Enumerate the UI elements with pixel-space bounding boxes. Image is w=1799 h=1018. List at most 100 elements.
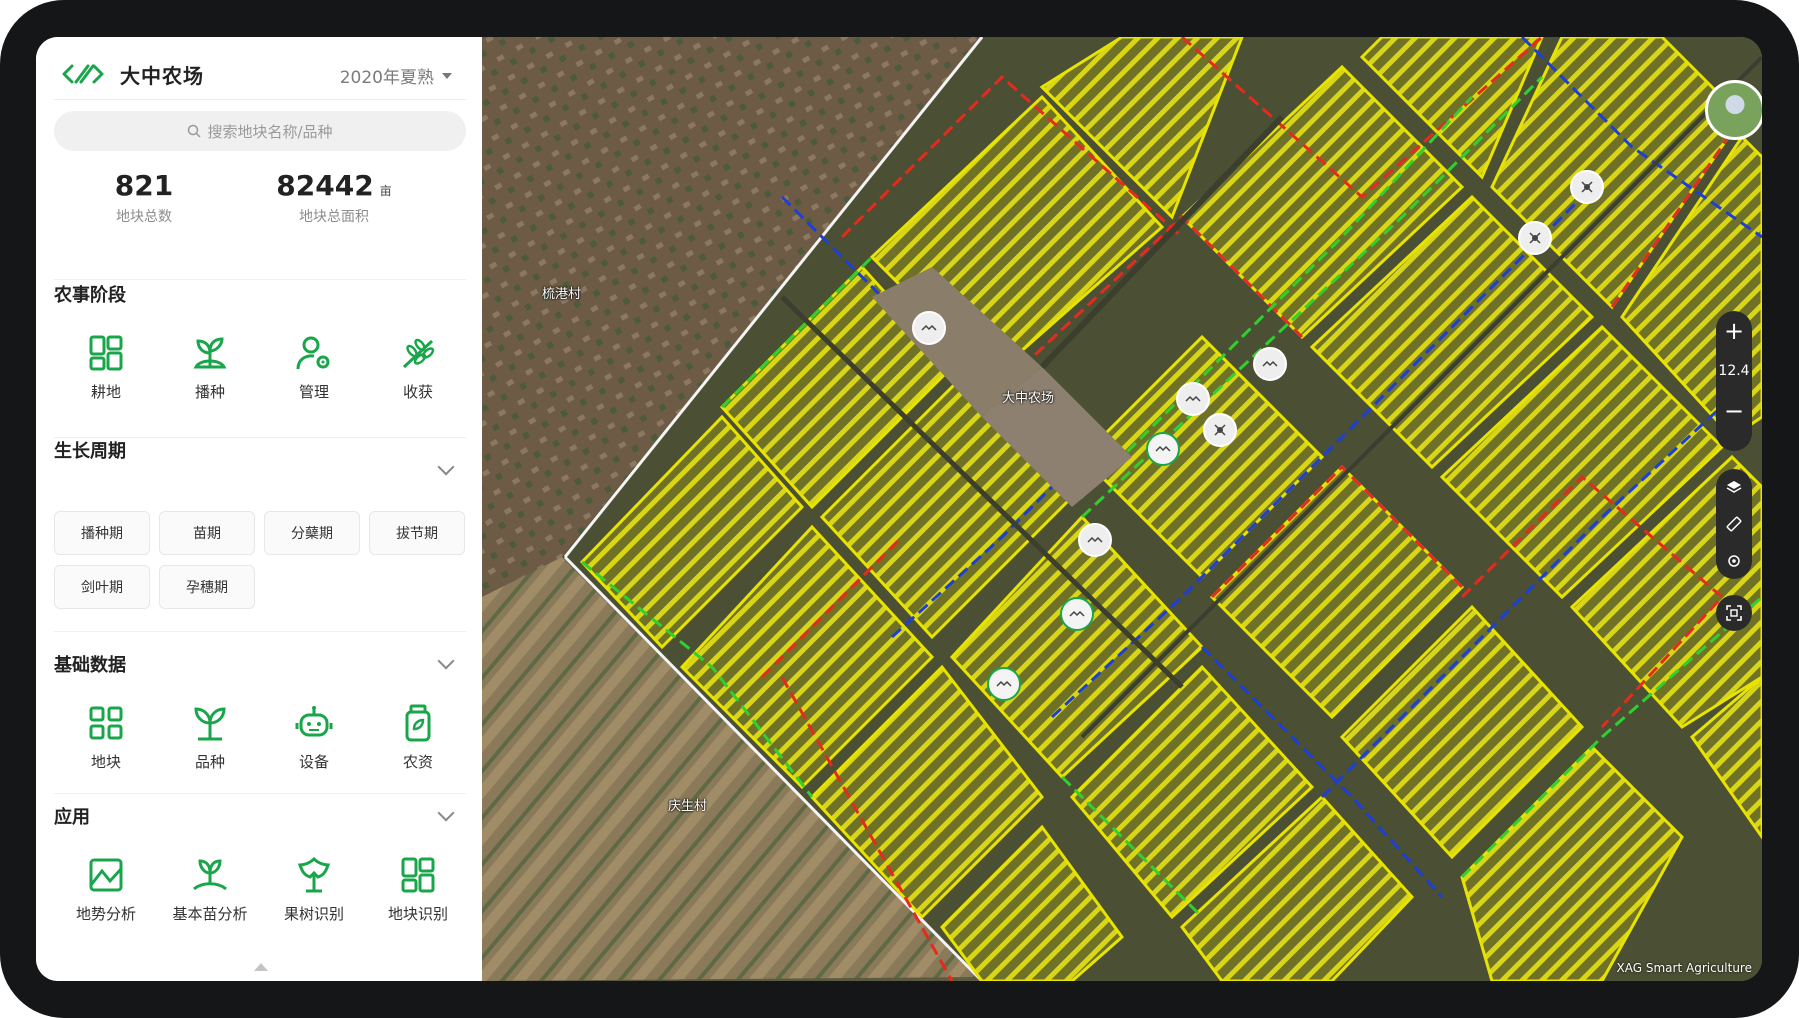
season-selector[interactable]: 2020年夏熟 bbox=[340, 63, 452, 88]
app-item-seedling-analysis[interactable]: 基本苗分析 bbox=[158, 855, 262, 935]
growth-chip[interactable]: 孕穗期 bbox=[159, 565, 255, 609]
applications-row: 地势分析 基本苗分析 果树识别 地块识别 bbox=[54, 855, 472, 935]
farm-logo-icon bbox=[62, 64, 104, 84]
stage-label: 播种 bbox=[194, 383, 225, 401]
app-title: 大中农场 bbox=[120, 63, 204, 88]
layers-icon bbox=[1726, 481, 1742, 494]
applications-title: 应用 bbox=[54, 807, 90, 828]
basic-item-supplies[interactable]: 农资 bbox=[366, 703, 470, 783]
drone-icon bbox=[1155, 445, 1171, 452]
sidebar: 大中农场 2020年夏熟 搜索地块名称/品种 821 地块总数 82442 亩 地… bbox=[36, 37, 482, 981]
plots-grid-icon bbox=[89, 706, 123, 740]
quadcopter-icon bbox=[1529, 232, 1541, 244]
app-label: 地势分析 bbox=[75, 905, 136, 923]
ruler-icon bbox=[1726, 516, 1742, 532]
robot-icon bbox=[295, 706, 333, 737]
zoom-in-button[interactable]: + bbox=[1716, 311, 1752, 351]
basic-data-row: 地块 品种 设备 农资 bbox=[54, 703, 472, 783]
plot-count-value: 821 bbox=[114, 169, 174, 202]
season-label: 2020年夏熟 bbox=[339, 68, 434, 88]
locate-button[interactable] bbox=[1716, 544, 1752, 578]
satellite-map bbox=[482, 37, 1762, 981]
growth-chip[interactable]: 苗期 bbox=[159, 511, 255, 555]
app-item-terrain[interactable]: 地势分析 bbox=[54, 855, 158, 935]
stage-label: 管理 bbox=[298, 383, 329, 401]
fit-bounds-button[interactable] bbox=[1716, 595, 1752, 631]
area-value: 82442 bbox=[276, 169, 374, 202]
app-item-plot-recognition[interactable]: 地块识别 bbox=[366, 855, 470, 935]
basic-label: 品种 bbox=[194, 753, 225, 771]
stage-item-management[interactable]: 管理 bbox=[262, 333, 366, 413]
field-grid-icon bbox=[89, 335, 123, 371]
device-marker[interactable] bbox=[1060, 597, 1094, 631]
area-label: 地块总面积 bbox=[299, 209, 369, 225]
chevron-down-icon[interactable] bbox=[437, 458, 455, 476]
wheat-harvest-icon bbox=[402, 338, 435, 369]
basic-label: 农资 bbox=[402, 753, 433, 771]
plot-count-label: 地块总数 bbox=[116, 209, 172, 225]
area-unit: 亩 bbox=[379, 184, 392, 198]
device-marker[interactable] bbox=[1518, 221, 1552, 255]
divider bbox=[54, 793, 466, 794]
drone-icon bbox=[1262, 360, 1278, 367]
device-marker[interactable] bbox=[1253, 347, 1287, 381]
device-marker[interactable] bbox=[987, 667, 1021, 701]
seedling-analysis-icon bbox=[193, 859, 227, 891]
app-label: 地块识别 bbox=[387, 905, 448, 923]
basic-label: 设备 bbox=[298, 753, 329, 771]
zoom-out-button[interactable]: − bbox=[1716, 391, 1752, 431]
tree-icon bbox=[297, 856, 331, 893]
map-copyright: XAG Smart Agriculture bbox=[1616, 961, 1752, 975]
growth-chip[interactable]: 播种期 bbox=[54, 511, 150, 555]
measure-button[interactable] bbox=[1716, 507, 1752, 541]
farming-stage-title: 农事阶段 bbox=[54, 285, 126, 306]
device-marker[interactable] bbox=[1203, 413, 1237, 447]
growth-chip[interactable]: 分蘖期 bbox=[264, 511, 360, 555]
basic-item-varieties[interactable]: 品种 bbox=[158, 703, 262, 783]
chevron-down-icon[interactable] bbox=[437, 652, 455, 670]
quadcopter-icon bbox=[1581, 181, 1593, 193]
stage-item-harvest[interactable]: 收获 bbox=[366, 333, 470, 413]
caret-down-icon bbox=[442, 72, 452, 79]
growth-chip[interactable]: 拔节期 bbox=[369, 511, 465, 555]
device-marker[interactable] bbox=[1078, 523, 1112, 557]
device-marker[interactable] bbox=[1176, 382, 1210, 416]
stage-label: 收获 bbox=[402, 383, 433, 401]
brand-header: 大中农场 2020年夏熟 bbox=[54, 49, 466, 100]
device-marker[interactable] bbox=[1570, 170, 1604, 204]
drone-icon bbox=[921, 324, 937, 331]
search-input[interactable]: 搜索地块名称/品种 bbox=[54, 111, 466, 151]
app-label: 基本苗分析 bbox=[172, 905, 248, 923]
basic-label: 地块 bbox=[90, 753, 121, 771]
layers-button[interactable] bbox=[1716, 470, 1752, 504]
basic-item-equipment[interactable]: 设备 bbox=[262, 703, 366, 783]
device-frame: 大中农场 2020年夏熟 搜索地块名称/品种 821 地块总数 82442 亩 地… bbox=[0, 0, 1799, 1018]
device-marker[interactable] bbox=[1146, 432, 1180, 466]
zoom-level: 12.4 bbox=[1718, 363, 1750, 379]
device-marker[interactable] bbox=[912, 311, 946, 345]
chevron-down-icon[interactable] bbox=[437, 804, 455, 822]
plot-count-stat: 821 地块总数 bbox=[94, 169, 194, 226]
drone-icon bbox=[1185, 395, 1201, 402]
map-label-village: 庆生村 bbox=[668, 799, 708, 814]
seedling-plant-icon bbox=[193, 337, 227, 369]
sprout-icon bbox=[194, 707, 226, 741]
growth-chip[interactable]: 剑叶期 bbox=[54, 565, 150, 609]
stage-item-sowing[interactable]: 播种 bbox=[158, 333, 262, 413]
supplies-jar-icon bbox=[405, 704, 431, 742]
terrain-icon bbox=[89, 858, 123, 892]
stage-item-plowing[interactable]: 耕地 bbox=[54, 333, 158, 413]
map-view[interactable]: 梳港村 大中农场 庆生村 + 12.4 − XAG Smart Agricult… bbox=[482, 37, 1762, 981]
drone-icon bbox=[1069, 610, 1085, 617]
search-icon bbox=[188, 124, 201, 138]
basic-item-plots[interactable]: 地块 bbox=[54, 703, 158, 783]
user-avatar[interactable] bbox=[1705, 80, 1762, 140]
stage-label: 耕地 bbox=[90, 383, 121, 401]
map-tools bbox=[1716, 469, 1752, 579]
collapse-caret-icon[interactable] bbox=[254, 963, 268, 971]
divider bbox=[54, 631, 466, 632]
growth-cycle-title: 生长周期 bbox=[54, 441, 126, 462]
stats-panel: 821 地块总数 82442 亩 地块总面积 bbox=[54, 169, 466, 280]
app-item-fruit-tree[interactable]: 果树识别 bbox=[262, 855, 366, 935]
app-label: 果树识别 bbox=[283, 905, 344, 923]
